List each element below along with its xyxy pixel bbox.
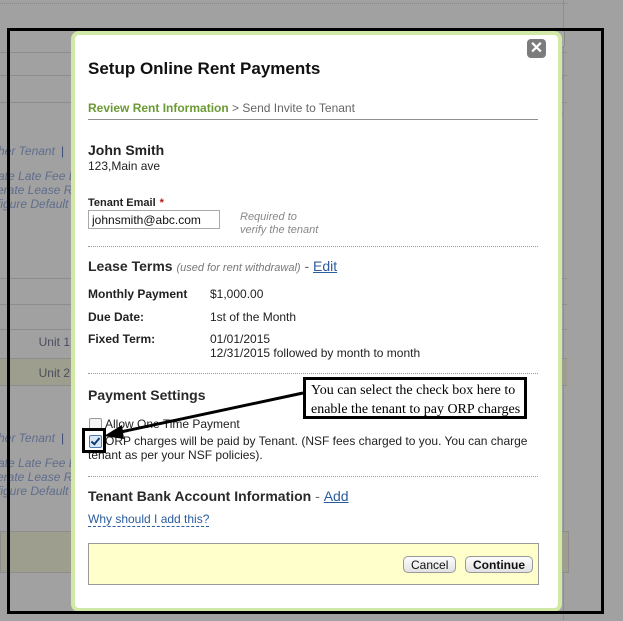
tenant-address: 123,Main ave	[88, 159, 161, 173]
background-right-panel	[563, 0, 622, 620]
dialog-footer: Cancel Continue	[88, 543, 539, 585]
monthly-payment-value: $1,000.00	[210, 287, 264, 301]
orp-charges-label-continued: tenant as per your NSF policies).	[88, 448, 263, 462]
orp-charges-label: ORP charges will be paid by Tenant. (NSF…	[105, 434, 528, 448]
cancel-button[interactable]: Cancel	[403, 556, 457, 573]
edit-lease-terms-link[interactable]: Edit	[313, 258, 337, 274]
background-divider	[0, 3, 567, 4]
background-unit-row: Unit 2	[38, 366, 70, 380]
breadcrumb: Review Rent Information > Send Invite to…	[88, 101, 355, 115]
due-date-label: Due Date:	[88, 310, 145, 324]
background-link-late-fee: ate Late Fee D	[0, 169, 78, 183]
lease-terms-heading: Lease Terms (used for rent withdrawal) -…	[88, 258, 338, 274]
fixed-term-label: Fixed Term:	[88, 332, 156, 346]
background-link-lease: erate Lease R	[0, 470, 73, 484]
tenant-name: John Smith	[88, 142, 165, 158]
why-add-bank-account-link[interactable]: Why should I add this?	[88, 512, 210, 527]
payment-settings-heading: Payment Settings	[88, 387, 206, 403]
background-link-other-tenant: her Tenant |	[0, 144, 65, 158]
breadcrumb-separator: >	[232, 101, 240, 115]
lease-terms-subheading: (used for rent withdrawal)	[176, 262, 301, 274]
dialog-title: Setup Online Rent Payments	[88, 59, 321, 78]
background-link-lease: erate Lease R	[0, 183, 73, 197]
background-link-default: figure Default	[0, 197, 69, 211]
annotation-callout: You can select the check box here to enab…	[303, 377, 527, 419]
background-unit-row: Unit 1	[38, 335, 70, 349]
breadcrumb-step-send-invite: Send Invite to Tenant	[242, 101, 355, 115]
continue-button[interactable]: Continue	[465, 556, 533, 573]
section-divider	[88, 373, 538, 374]
close-icon[interactable]: ✕	[527, 39, 546, 58]
setup-online-rent-payments-dialog: ✕ Setup Online Rent Payments Review Rent…	[71, 31, 562, 612]
tenant-email-hint: Required to verify the tenant	[240, 211, 319, 236]
monthly-payment-label: Monthly Payment	[88, 287, 188, 301]
allow-one-time-payment-label: Allow One Time Payment	[105, 417, 240, 431]
section-divider	[88, 476, 538, 477]
breadcrumb-divider	[88, 119, 538, 120]
background-link-late-fee: ate Late Fee D	[0, 456, 78, 470]
annotation-highlight-box	[82, 428, 106, 453]
section-divider	[88, 246, 538, 247]
background-link-default: figure Default	[0, 484, 69, 498]
add-bank-account-link[interactable]: Add	[324, 488, 349, 504]
tenant-email-label: Tenant Email *	[88, 197, 164, 209]
bank-account-heading: Tenant Bank Account Information - Add	[88, 488, 349, 504]
required-marker: *	[159, 197, 164, 209]
background-link-other-tenant: her Tenant |	[0, 431, 65, 445]
breadcrumb-step-review: Review Rent Information	[88, 101, 229, 115]
fixed-term-value: 01/01/2015 12/31/2015 followed by month t…	[210, 332, 421, 360]
due-date-value: 1st of the Month	[210, 310, 297, 324]
tenant-email-input[interactable]	[88, 210, 220, 229]
